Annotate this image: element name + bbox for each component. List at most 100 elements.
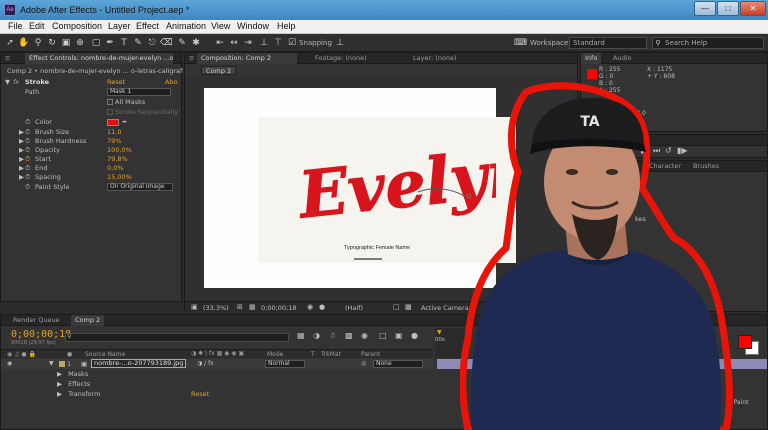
col-source-name[interactable]: Source Name xyxy=(85,351,125,358)
brush-size-value[interactable]: 11,0 xyxy=(107,128,121,137)
local-axis-icon[interactable]: ⊥ xyxy=(258,37,270,49)
tab-effect-controls[interactable]: Effect Controls: nombre-de-mujer-evelyn … xyxy=(25,53,173,64)
brush-hardness-value[interactable]: 79% xyxy=(107,137,121,146)
layer-name[interactable]: nombre-...o-207793189.jpg xyxy=(91,359,187,368)
expand-triangle-icon[interactable]: ▶ xyxy=(57,380,62,388)
menu-view[interactable]: View xyxy=(211,21,230,31)
tab-composition[interactable]: Composition: Comp 2 xyxy=(197,53,297,64)
transform-reset-button[interactable]: Reset xyxy=(191,390,209,398)
keyboard-icon[interactable]: ⌨ xyxy=(514,37,527,49)
stopwatch-icon[interactable]: ⏱ xyxy=(25,146,30,155)
snapping-checkbox-icon[interactable]: ☑ xyxy=(286,37,298,49)
grid-icon[interactable]: ▦ xyxy=(249,303,256,311)
col-mode[interactable]: Mode xyxy=(267,351,283,358)
menu-edit[interactable]: Edit xyxy=(29,21,45,31)
pan-behind-tool-icon[interactable]: ⊕ xyxy=(74,37,86,49)
stopwatch-icon[interactable]: ⏱ xyxy=(25,164,30,173)
collapse-triangle-icon[interactable]: ▼ xyxy=(5,78,10,87)
minimize-icon[interactable]: — xyxy=(694,1,716,16)
stopwatch-icon[interactable]: ⏱ xyxy=(25,173,30,182)
zoom-tool-icon[interactable]: ⚲ xyxy=(32,37,44,49)
stroke-sequentially-checkbox[interactable] xyxy=(107,109,113,115)
rotate-tool-icon[interactable]: ↻ xyxy=(46,37,58,49)
expand-triangle-icon[interactable]: ▶ xyxy=(19,155,24,164)
tab-project[interactable]: ≡ xyxy=(1,53,14,64)
camera-tool-icon[interactable]: ▣ xyxy=(60,37,72,49)
tab-layer[interactable]: Layer: (none) xyxy=(409,53,489,64)
col-trkmat[interactable]: TrkMat xyxy=(321,351,341,358)
layer-parent-dropdown[interactable]: None xyxy=(373,360,423,368)
col-t[interactable]: T xyxy=(311,351,315,358)
brush-tool-icon[interactable]: ✎ xyxy=(132,37,144,49)
menu-help[interactable]: Help xyxy=(277,21,296,31)
roto-brush-tool-icon[interactable]: ✎ xyxy=(176,37,188,49)
menu-window[interactable]: Window xyxy=(237,21,269,31)
stopwatch-icon[interactable]: ⏱ xyxy=(25,183,30,192)
comp-mini-flowchart-icon[interactable]: ▦ xyxy=(297,331,305,340)
snapping-options-icon[interactable]: ⊥ xyxy=(334,37,346,49)
align-center-icon[interactable]: ↔ xyxy=(228,37,240,49)
expand-triangle-icon[interactable]: ▶ xyxy=(19,164,24,173)
align-left-icon[interactable]: ⇤ xyxy=(214,37,226,49)
eye-visibility-icon[interactable]: ◉ xyxy=(7,360,12,367)
expand-triangle-icon[interactable]: ▶ xyxy=(57,390,62,398)
layer-mode-dropdown[interactable]: Normal xyxy=(265,360,305,368)
expand-triangle-icon[interactable]: ▶ xyxy=(57,370,62,378)
color-swatch[interactable] xyxy=(107,119,119,126)
list-item[interactable]: ▶ Transform xyxy=(57,390,100,398)
world-axis-icon[interactable]: ⊤ xyxy=(272,37,284,49)
workspace-dropdown[interactable]: Standard xyxy=(569,37,647,49)
current-time-display[interactable]: 0;00;00;18 xyxy=(261,304,297,312)
auto-keyframe-icon[interactable]: ● xyxy=(411,331,418,340)
resolution-dropdown[interactable]: (Half) xyxy=(345,304,363,312)
expand-triangle-icon[interactable]: ▼ xyxy=(49,360,54,367)
stopwatch-active-icon[interactable]: ⏱ xyxy=(25,155,30,164)
menu-effect[interactable]: Effect xyxy=(136,21,159,31)
menu-animation[interactable]: Animation xyxy=(166,21,206,31)
col-parent[interactable]: Parent xyxy=(361,351,380,358)
graph-editor-icon[interactable]: □ xyxy=(379,331,387,340)
hide-shy-layers-icon[interactable]: ☃ xyxy=(329,331,336,340)
effect-about-button[interactable]: Abo xyxy=(165,78,178,87)
tab-info[interactable]: Info xyxy=(581,53,602,64)
list-item[interactable]: ▶ Effects xyxy=(57,380,90,388)
menu-file[interactable]: File xyxy=(8,21,23,31)
fit-icon[interactable]: ⊞ xyxy=(237,303,243,311)
comp-navigator-button[interactable]: Comp 2 xyxy=(201,66,237,75)
paint-style-dropdown[interactable]: On Original Image xyxy=(107,183,173,191)
start-value[interactable]: 79,8% xyxy=(107,155,128,164)
expand-triangle-icon[interactable]: ▶ xyxy=(19,146,24,155)
close-icon[interactable]: ✕ xyxy=(740,1,766,16)
list-item[interactable]: ▶ Masks xyxy=(57,370,88,378)
parent-pickwhip-icon[interactable]: ◎ xyxy=(361,360,366,367)
layer-switch-icons[interactable]: ◑ / fx xyxy=(197,360,214,367)
selection-tool-icon[interactable]: ➚ xyxy=(4,37,16,49)
end-value[interactable]: 0,0% xyxy=(107,164,124,173)
stopwatch-icon[interactable]: ⏱ xyxy=(25,118,30,127)
type-tool-icon[interactable]: T xyxy=(118,37,130,49)
rectangle-tool-icon[interactable]: ▢ xyxy=(90,37,102,49)
timeline-current-time[interactable]: 0;00;00;18 xyxy=(11,329,71,340)
menu-composition[interactable]: Composition xyxy=(52,21,102,31)
maximize-icon[interactable]: □ xyxy=(717,1,739,16)
timeline-search-input[interactable] xyxy=(65,333,289,342)
tab-comp-timeline[interactable]: Comp 2 xyxy=(71,315,105,326)
pen-tool-icon[interactable]: ✒ xyxy=(104,37,116,49)
search-help-input[interactable]: Search Help xyxy=(652,37,764,49)
label-color-chip[interactable] xyxy=(59,361,65,367)
path-dropdown[interactable]: Mask 1 xyxy=(107,88,171,96)
current-time-indicator-icon[interactable]: ▼ xyxy=(437,329,442,336)
effect-reset-button[interactable]: Reset xyxy=(107,78,125,87)
zoom-dropdown[interactable]: (33,3%) xyxy=(203,304,229,312)
tab-audio[interactable]: Audio xyxy=(609,53,635,64)
transparency-grid-icon[interactable]: ▩ xyxy=(405,303,412,311)
expand-triangle-icon[interactable]: ▶ xyxy=(19,128,24,137)
composition-canvas[interactable]: Evelyn Typographic Female Name xyxy=(204,88,516,288)
frame-blending-icon[interactable]: ▩ xyxy=(345,331,353,340)
expand-triangle-icon[interactable]: ▶ xyxy=(19,173,24,182)
all-masks-checkbox[interactable] xyxy=(107,99,113,105)
clone-stamp-tool-icon[interactable]: ⎋ xyxy=(146,37,158,49)
puppet-pin-tool-icon[interactable]: ✱ xyxy=(190,37,202,49)
opacity-value[interactable]: 100,0% xyxy=(107,146,132,155)
motion-blur-icon[interactable]: ◉ xyxy=(361,331,368,340)
